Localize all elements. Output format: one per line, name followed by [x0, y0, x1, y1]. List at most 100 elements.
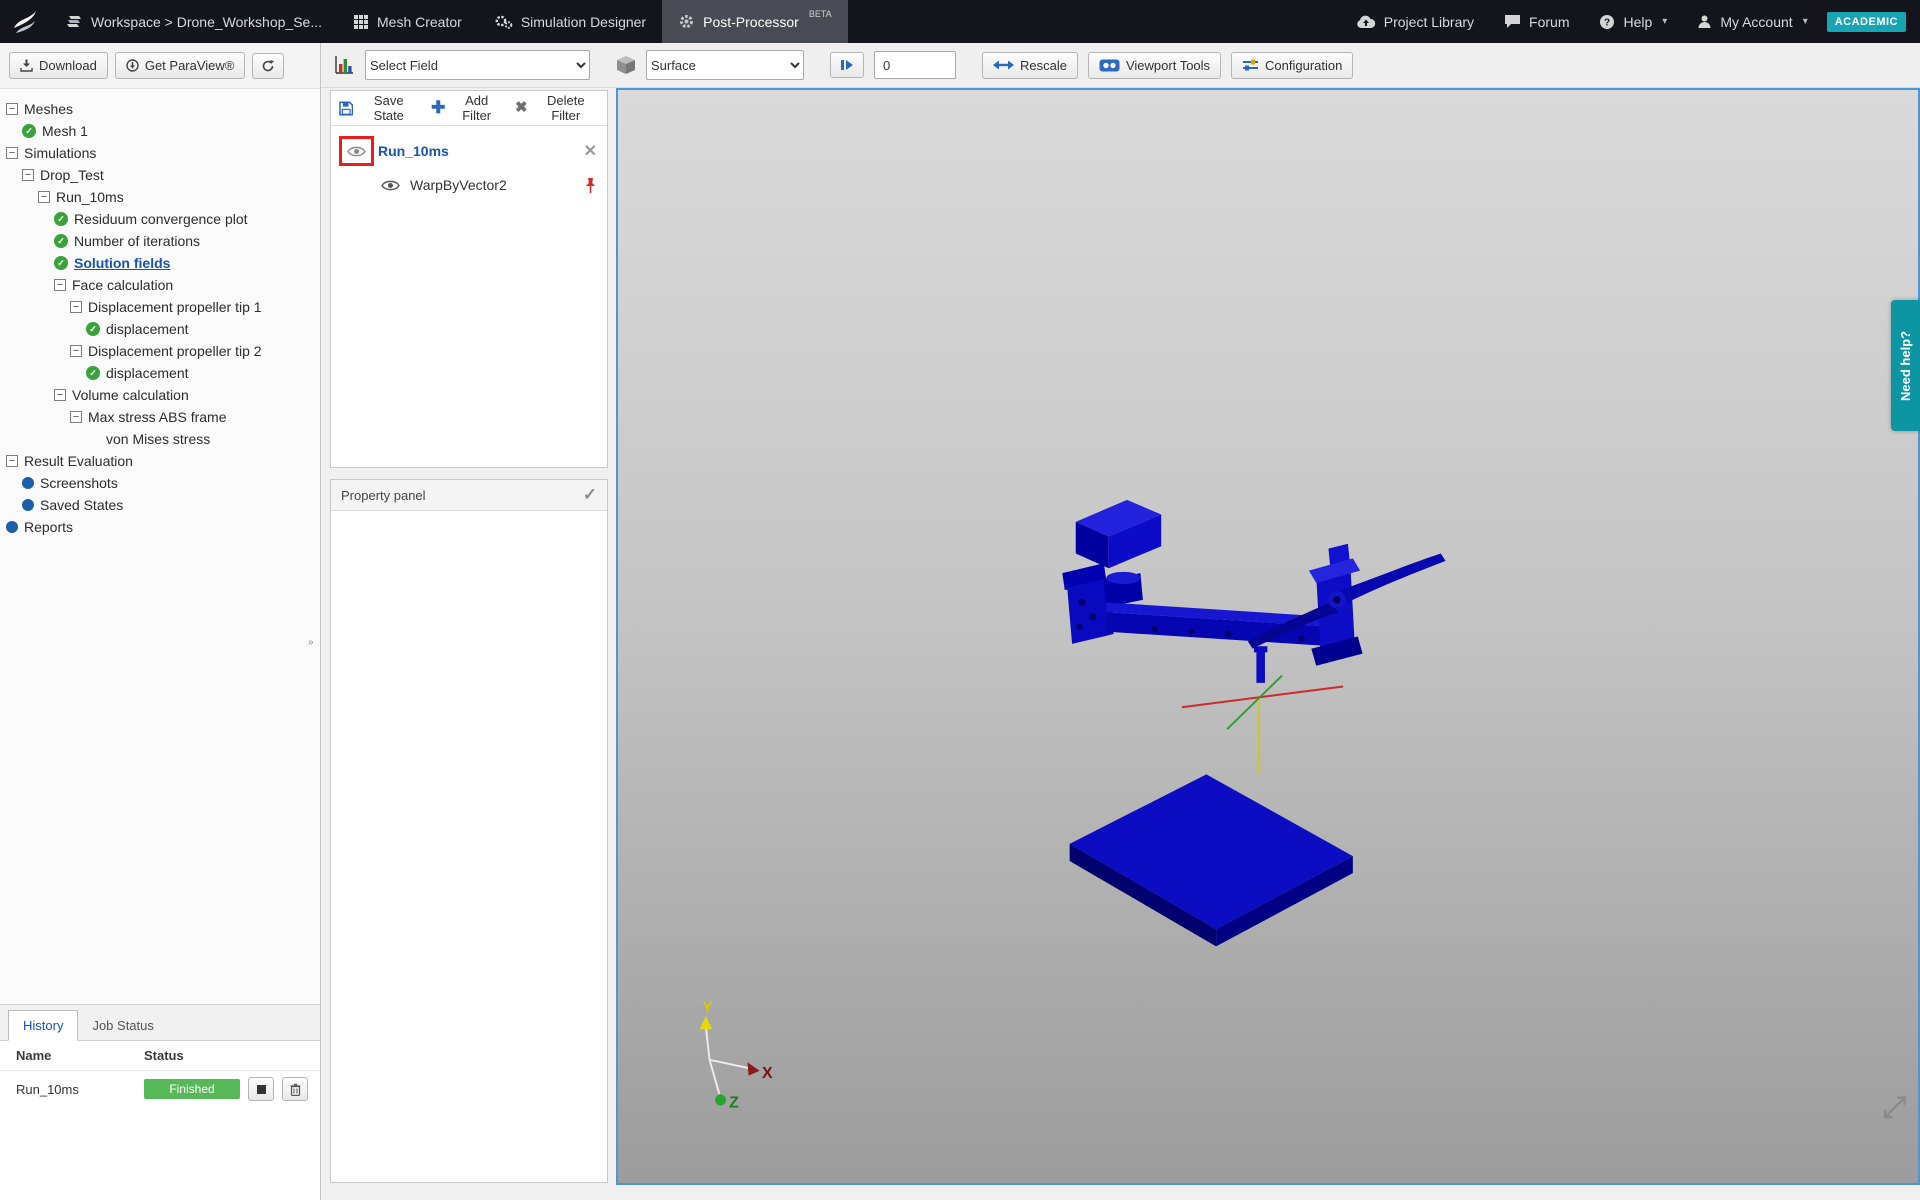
caret-down-icon: ▾	[1803, 16, 1808, 27]
tree-item-solution-fields[interactable]: ✓ Solution fields	[0, 252, 320, 274]
visibility-toggle[interactable]	[347, 145, 366, 158]
tree-item-run-10ms[interactable]: − Run_10ms	[0, 186, 320, 208]
filter-item-warpbyvector2[interactable]: WarpByVector2	[331, 168, 607, 202]
panel-collapse-handle[interactable]: »	[308, 631, 320, 653]
node-dot-icon	[6, 521, 18, 533]
tree-item-volume-calculation[interactable]: − Volume calculation	[0, 384, 320, 406]
configuration-button[interactable]: Configuration	[1231, 52, 1353, 79]
eye-icon	[381, 179, 400, 192]
filter-run-label: Run_10ms	[378, 143, 449, 159]
tree-item-saved-states[interactable]: Saved States	[0, 494, 320, 516]
sidebar-tree: − Meshes ✓ Mesh 1 − Simulations − Drop_T…	[0, 89, 320, 538]
job-name: Run_10ms	[16, 1082, 144, 1097]
add-filter-button[interactable]: ✚ Add Filter	[431, 93, 503, 123]
delete-filter-button[interactable]: ✖ Delete Filter	[515, 93, 599, 123]
status-check-icon: ✓	[54, 212, 68, 226]
viewport-3d[interactable]: Y X Z	[616, 88, 1920, 1185]
workspace-icon	[65, 14, 83, 30]
axis-label-y: Y	[702, 999, 713, 1016]
refresh-button[interactable]	[252, 53, 284, 79]
menu-label: My Account	[1720, 14, 1792, 30]
status-badge: Finished	[144, 1079, 240, 1099]
field-select[interactable]: Select Field	[365, 50, 590, 80]
pin-filter-button[interactable]	[584, 177, 597, 194]
workspace-label: Workspace > Drone_Workshop_Se...	[91, 14, 322, 30]
collapse-toggle-icon: −	[54, 279, 66, 291]
viewport-tools-button[interactable]: Viewport Tools	[1088, 52, 1221, 79]
property-panel: Property panel ✓	[330, 479, 608, 1183]
tree-item-displacement[interactable]: ✓ displacement	[0, 318, 320, 340]
tree-item-screenshots[interactable]: Screenshots	[0, 472, 320, 494]
my-account-menu[interactable]: My Account ▾	[1682, 14, 1822, 30]
tab-mesh-creator[interactable]: Mesh Creator	[337, 0, 478, 43]
postprocessor-content: Save State ✚ Add Filter ✖ Delete Filter	[321, 88, 1920, 1200]
download-label: Download	[39, 58, 97, 73]
download-button[interactable]: Download	[9, 52, 108, 79]
viewport-scene: Y X Z	[618, 90, 1918, 1183]
collapse-toggle-icon: −	[70, 301, 82, 313]
paraview-label: Get ParaView®	[145, 58, 235, 73]
svg-text:?: ?	[1604, 17, 1610, 28]
filter-tree: Run_10ms ✕ WarpByVector2	[331, 126, 607, 202]
add-filter-label: Add Filter	[450, 93, 503, 123]
forum-link[interactable]: Forum	[1489, 14, 1584, 30]
tree-item-face-calculation[interactable]: − Face calculation	[0, 274, 320, 296]
tree-item-meshes[interactable]: − Meshes	[0, 98, 320, 120]
visibility-toggle[interactable]	[381, 179, 400, 192]
filter-actions: Save State ✚ Add Filter ✖ Delete Filter	[331, 91, 607, 126]
project-library-link[interactable]: Project Library	[1341, 14, 1489, 30]
tree-item-mesh-1[interactable]: ✓ Mesh 1	[0, 120, 320, 142]
rescale-button[interactable]: Rescale	[982, 52, 1078, 79]
play-step-button[interactable]	[830, 52, 864, 78]
tree-item-displacement-propeller-tip-2[interactable]: − Displacement propeller tip 2	[0, 340, 320, 362]
apply-check-icon[interactable]: ✓	[583, 485, 597, 505]
tab-job-status[interactable]: Job Status	[78, 1011, 167, 1040]
get-paraview-button[interactable]: Get ParaView®	[115, 52, 246, 79]
tree-item-simulations[interactable]: − Simulations	[0, 142, 320, 164]
project-tree-sidebar: Download Get ParaView® − Meshes ✓	[0, 43, 321, 1200]
delete-job-button[interactable]	[282, 1077, 308, 1101]
filter-item-run-10ms[interactable]: Run_10ms ✕	[331, 134, 607, 168]
tree-item-von-mises-stress[interactable]: von Mises stress	[0, 428, 320, 450]
top-navigation-bar: Workspace > Drone_Workshop_Se... Mesh Cr…	[0, 0, 1920, 43]
tree-item-result-evaluation[interactable]: − Result Evaluation	[0, 450, 320, 472]
tree-item-displacement[interactable]: ✓ displacement	[0, 362, 320, 384]
play-icon	[839, 58, 855, 72]
collapse-toggle-icon: −	[70, 345, 82, 357]
mesh-grid-icon	[353, 14, 369, 30]
collapse-toggle-icon: −	[38, 191, 50, 203]
frame-input[interactable]	[874, 51, 956, 79]
column-name: Name	[16, 1048, 144, 1063]
tab-simulation-designer[interactable]: Simulation Designer	[478, 0, 662, 43]
representation-select[interactable]: Surface	[646, 50, 804, 80]
workspace-breadcrumb[interactable]: Workspace > Drone_Workshop_Se...	[50, 0, 337, 43]
node-dot-icon	[22, 499, 34, 511]
rescale-label: Rescale	[1020, 58, 1067, 73]
need-help-tab[interactable]: Need help?	[1891, 300, 1920, 431]
collapse-toggle-icon: −	[6, 103, 18, 115]
link-label: Project Library	[1384, 14, 1474, 30]
stop-job-button[interactable]	[248, 1077, 274, 1101]
collapse-toggle-icon: −	[22, 169, 34, 181]
tree-item-reports[interactable]: Reports	[0, 516, 320, 538]
tree-item-displacement-propeller-tip-1[interactable]: − Displacement propeller tip 1	[0, 296, 320, 318]
close-icon: ✕	[584, 141, 597, 161]
tree-item-number-of-iterations[interactable]: ✓ Number of iterations	[0, 230, 320, 252]
tab-post-processor[interactable]: Post-Processor BETA	[662, 0, 848, 43]
save-floppy-icon	[339, 101, 353, 116]
tab-history[interactable]: History	[8, 1010, 78, 1041]
beta-badge: BETA	[809, 9, 832, 19]
save-state-button[interactable]: Save State	[339, 93, 419, 123]
colormap-icon[interactable]	[333, 54, 355, 76]
status-check-icon: ✓	[54, 256, 68, 270]
simscale-logo[interactable]	[0, 0, 50, 43]
menu-label: Help	[1623, 14, 1652, 30]
tree-item-drop-test[interactable]: − Drop_Test	[0, 164, 320, 186]
x-icon: ✖	[515, 101, 528, 115]
remove-dataset-button[interactable]: ✕	[584, 141, 597, 161]
tab-label: Simulation Designer	[521, 14, 646, 30]
filter-warp-label: WarpByVector2	[410, 177, 507, 193]
tree-item-max-stress-abs-frame[interactable]: − Max stress ABS frame	[0, 406, 320, 428]
tree-item-residuum-convergence-plot[interactable]: ✓ Residuum convergence plot	[0, 208, 320, 230]
help-menu[interactable]: ? Help ▾	[1584, 14, 1682, 30]
